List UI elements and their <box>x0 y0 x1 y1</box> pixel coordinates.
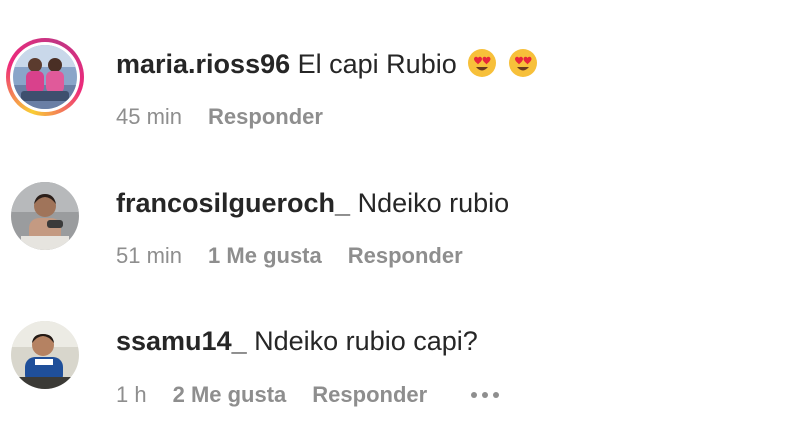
comments-list: maria.rioss96 El capi Rubio 45 min Respo… <box>0 0 800 442</box>
avatar[interactable] <box>6 316 84 394</box>
reply-button[interactable]: Responder <box>348 242 463 270</box>
comment-text: Ndeiko rubio capi? <box>254 326 478 356</box>
reply-button[interactable]: Responder <box>208 103 323 131</box>
comment-timestamp: 51 min <box>116 243 183 268</box>
comment-timestamp: 45 min <box>116 104 183 129</box>
heart-eyes-emoji-icon <box>468 49 497 77</box>
comment-username[interactable]: ssamu14_ <box>116 326 247 356</box>
comment-text: Ndeiko rubio <box>357 188 510 218</box>
heart-eyes-emoji-icon <box>508 49 537 77</box>
avatar-story-ring[interactable] <box>6 38 84 116</box>
avatar[interactable] <box>6 177 84 255</box>
comment-username[interactable]: maria.rioss96 <box>116 49 290 79</box>
avatar[interactable] <box>13 45 77 109</box>
comment-timestamp: 1 h <box>116 382 147 407</box>
more-options-icon[interactable] <box>471 381 500 409</box>
comment-username[interactable]: francosilgueroch_ <box>116 188 350 218</box>
likes-count-button[interactable]: 2 Me gusta <box>173 381 287 409</box>
comment-text: El capi Rubio <box>297 49 457 79</box>
likes-count-button[interactable]: 1 Me gusta <box>208 242 322 270</box>
reply-button[interactable]: Responder <box>312 381 427 409</box>
